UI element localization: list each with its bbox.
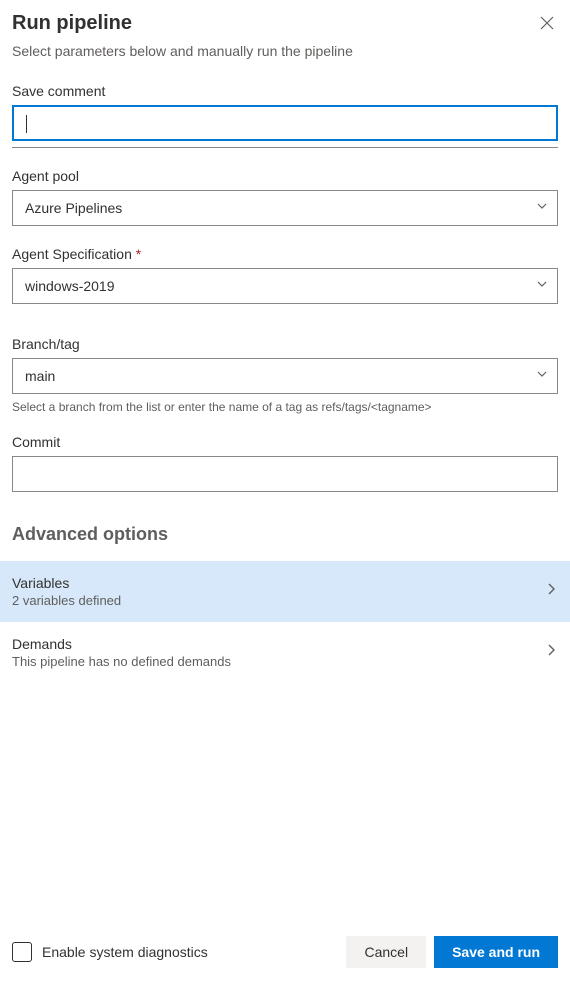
agent-specification-label: Agent Specification * [12,246,558,262]
chevron-right-icon [544,582,558,601]
variables-item[interactable]: Variables 2 variables defined [0,561,570,622]
chevron-right-icon [544,643,558,662]
agent-pool-select[interactable]: Azure Pipelines [12,190,558,226]
advanced-options-heading: Advanced options [12,524,558,545]
close-icon [540,16,554,30]
commit-input[interactable] [12,456,558,492]
cancel-button[interactable]: Cancel [346,936,426,968]
save-comment-input[interactable] [12,105,558,141]
text-cursor [26,115,27,133]
branch-tag-help: Select a branch from the list or enter t… [12,400,558,414]
dialog-title: Run pipeline [12,12,132,35]
commit-label: Commit [12,434,558,450]
save-comment-label: Save comment [12,83,558,99]
demands-item[interactable]: Demands This pipeline has no defined dem… [0,622,570,683]
save-and-run-button[interactable]: Save and run [434,936,558,968]
variables-subtitle: 2 variables defined [12,593,121,608]
demands-subtitle: This pipeline has no defined demands [12,654,231,669]
required-indicator: * [136,246,141,262]
demands-title: Demands [12,636,231,652]
agent-pool-label: Agent pool [12,168,558,184]
branch-tag-value: main [25,368,55,384]
branch-tag-label: Branch/tag [12,336,558,352]
dialog-subtitle: Select parameters below and manually run… [12,43,558,59]
divider [12,147,558,148]
agent-specification-value: windows-2019 [25,278,115,294]
diagnostics-checkbox[interactable] [12,942,32,962]
diagnostics-label: Enable system diagnostics [42,944,208,960]
branch-tag-select[interactable]: main [12,358,558,394]
variables-title: Variables [12,575,121,591]
close-button[interactable] [536,12,558,39]
agent-specification-select[interactable]: windows-2019 [12,268,558,304]
diagnostics-checkbox-row[interactable]: Enable system diagnostics [12,942,208,962]
agent-pool-value: Azure Pipelines [25,200,122,216]
